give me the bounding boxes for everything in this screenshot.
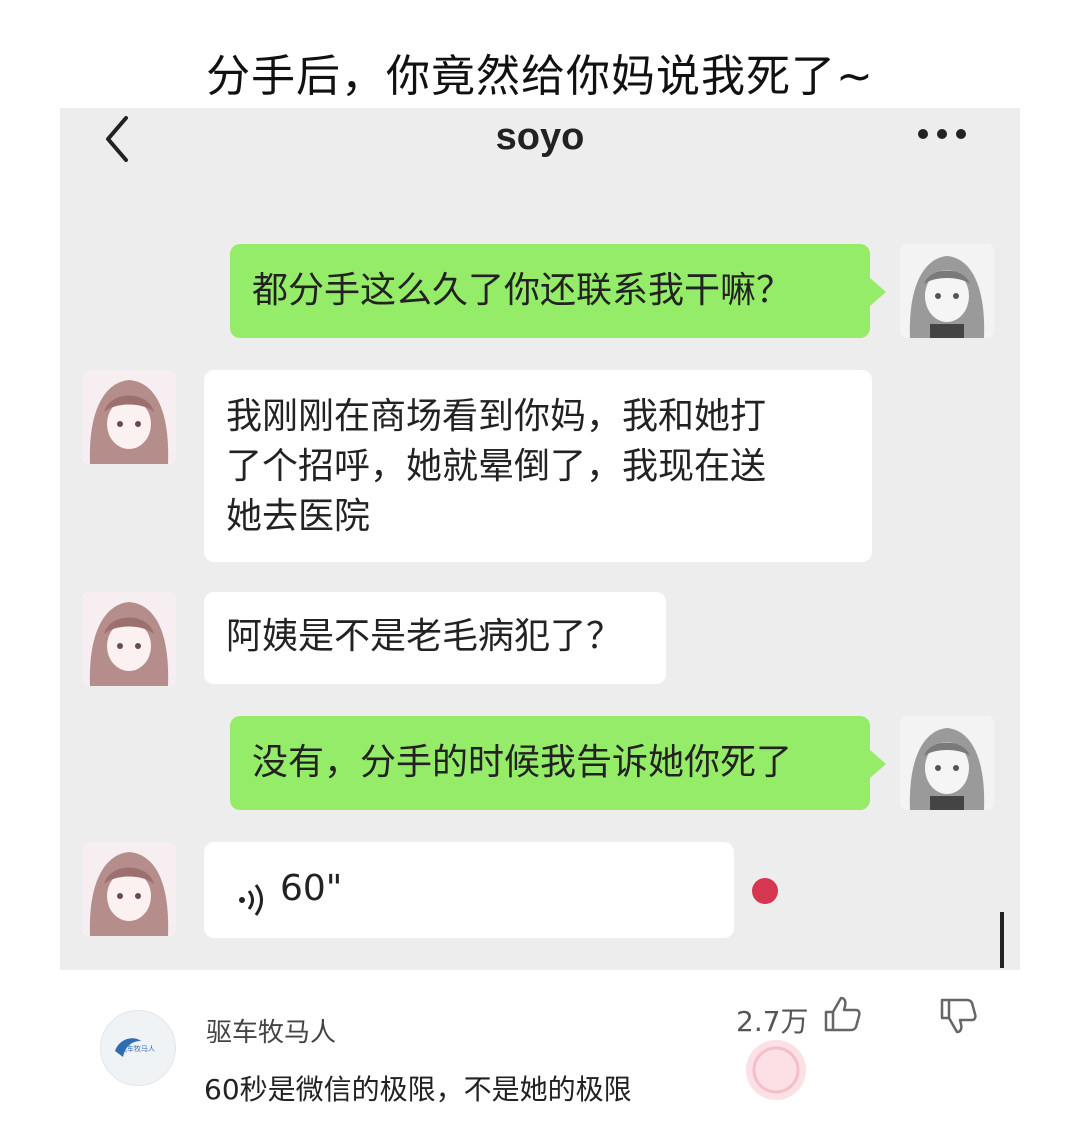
headline: 分手后，你竟然给你妈说我死了~ [206, 51, 874, 102]
dislike-icon[interactable] [938, 996, 978, 1036]
scrollbar[interactable] [1000, 912, 1004, 968]
chat-screenshot: soyo 都分手这么久了你还联系我干嘛？ 我刚刚在商场看到你妈，我和她打 了个招… [60, 108, 1020, 970]
voice-wave-icon [239, 884, 263, 916]
message-bubble-incoming[interactable]: 我刚刚在商场看到你妈，我和她打 了个招呼，她就晕倒了，我现在送 她去医院 [204, 370, 872, 562]
unread-dot [752, 878, 778, 904]
avatar-logo-text: 驱车牧马人 [120, 1045, 155, 1053]
hot-comment-stamp-icon [746, 1040, 806, 1100]
more-dots-icon[interactable] [915, 126, 969, 142]
comment-text: 60秒是微信的极限，不是她的极限 [204, 1073, 632, 1106]
message-line: 她去医院 [226, 496, 371, 537]
message-text: 没有，分手的时候我告诉她你死了 [252, 742, 793, 783]
message-bubble-outgoing[interactable]: 没有，分手的时候我告诉她你死了 [230, 716, 870, 810]
message-bubble-incoming[interactable]: 阿姨是不是老毛病犯了？ [204, 592, 666, 684]
self-avatar[interactable] [900, 716, 994, 810]
contact-avatar[interactable] [82, 370, 176, 464]
contact-avatar[interactable] [82, 592, 176, 686]
chat-title: soyo [495, 116, 585, 158]
self-avatar[interactable] [900, 244, 994, 338]
message-text: 都分手这么久了你还联系我干嘛？ [252, 270, 793, 311]
contact-avatar[interactable] [82, 842, 176, 936]
bubble-tail [870, 750, 886, 778]
message-line: 了个招呼，她就晕倒了，我现在送 [226, 446, 767, 487]
like-icon[interactable] [822, 994, 862, 1034]
message-line: 我刚刚在商场看到你妈，我和她打 [226, 396, 767, 437]
bubble-tail [870, 278, 886, 306]
message-text: 阿姨是不是老毛病犯了？ [226, 616, 623, 657]
commenter-name[interactable]: 驱车牧马人 [206, 1012, 336, 1049]
message-bubble-outgoing[interactable]: 都分手这么久了你还联系我干嘛？ [230, 244, 870, 338]
voice-duration: 60" [280, 868, 343, 909]
